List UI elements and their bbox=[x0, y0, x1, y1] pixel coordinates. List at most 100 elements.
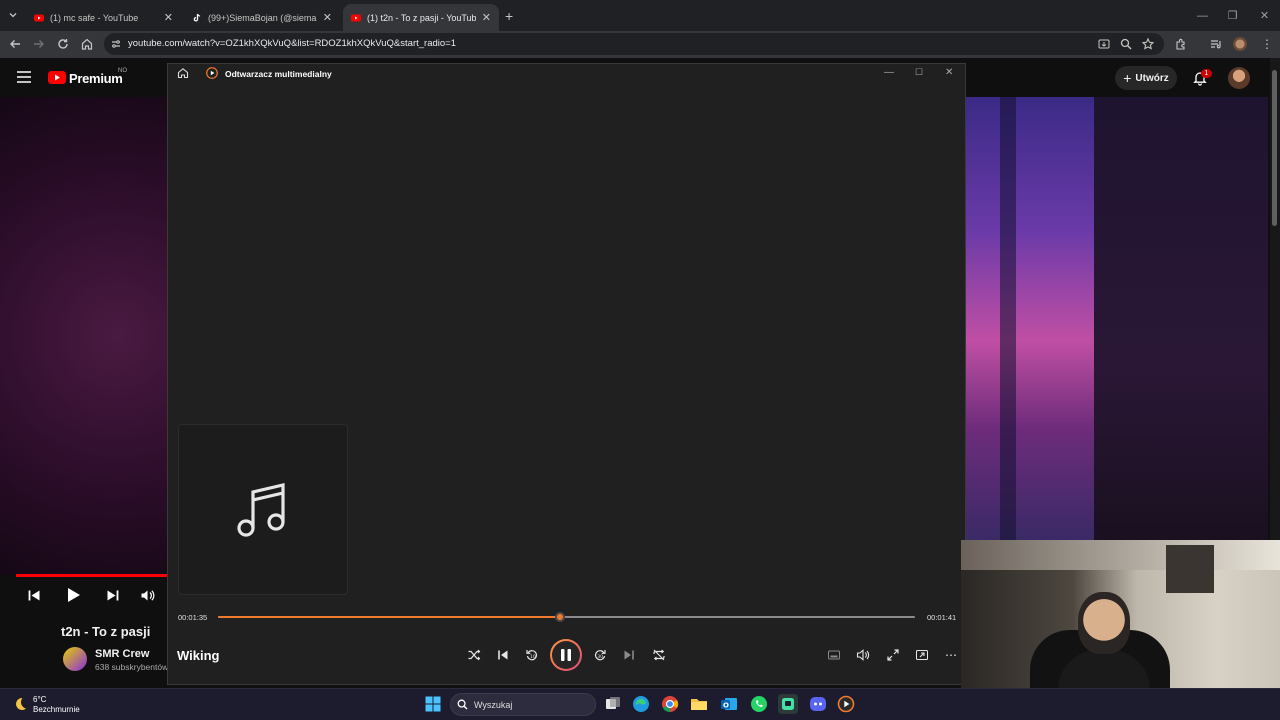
task-view-icon[interactable] bbox=[603, 694, 623, 714]
taskbar-search-box[interactable] bbox=[450, 693, 596, 716]
tab-title: (1) mc safe - YouTube bbox=[50, 12, 139, 23]
weather-temperature[interactable]: 6°C bbox=[33, 695, 46, 704]
previous-video-icon[interactable] bbox=[28, 589, 41, 602]
forward-icon[interactable] bbox=[32, 37, 46, 51]
profile-avatar[interactable] bbox=[1233, 37, 1247, 51]
zoom-icon[interactable] bbox=[1119, 37, 1133, 51]
seek-bar-thumb[interactable] bbox=[554, 612, 565, 622]
maximize-icon[interactable]: ❐ bbox=[1217, 0, 1248, 31]
create-button[interactable]: + Utwórz bbox=[1115, 66, 1177, 90]
edge-icon[interactable] bbox=[631, 694, 651, 714]
youtube-account-avatar[interactable] bbox=[1228, 67, 1250, 89]
reload-icon[interactable] bbox=[56, 37, 70, 51]
minimize-icon[interactable]: — bbox=[1187, 0, 1218, 31]
play-icon[interactable] bbox=[66, 587, 81, 603]
volume-icon[interactable] bbox=[140, 588, 155, 603]
music-note-icon bbox=[236, 480, 290, 540]
home-icon[interactable] bbox=[80, 37, 94, 51]
rewind-10-icon[interactable]: 10 bbox=[525, 648, 539, 662]
video-player-area[interactable] bbox=[0, 97, 168, 575]
video-progress-bar[interactable] bbox=[16, 574, 168, 577]
svg-text:30: 30 bbox=[597, 654, 603, 660]
site-info-icon[interactable] bbox=[110, 38, 122, 50]
track-name: Wiking bbox=[177, 648, 220, 663]
player-close-icon[interactable]: ✕ bbox=[945, 67, 953, 78]
browser-tab-active[interactable]: (1) t2n - To z pasji - YouTube ✕ bbox=[343, 4, 499, 31]
tab-close-icon[interactable]: ✕ bbox=[482, 11, 491, 24]
shuffle-icon[interactable] bbox=[467, 648, 481, 662]
create-label: Utwórz bbox=[1135, 72, 1169, 84]
video-thumbnail-detail bbox=[1000, 97, 1016, 540]
discord-icon[interactable] bbox=[808, 694, 828, 714]
next-track-icon[interactable] bbox=[622, 648, 636, 662]
youtube-icon bbox=[34, 13, 44, 23]
outlook-icon[interactable]: O bbox=[719, 694, 739, 714]
new-tab-icon[interactable]: + bbox=[505, 8, 513, 24]
youtube-logo-icon[interactable] bbox=[48, 71, 66, 84]
media-player-taskbar-icon[interactable] bbox=[836, 694, 856, 714]
media-player-app-icon bbox=[206, 67, 218, 79]
forward-30-icon[interactable]: 30 bbox=[593, 648, 607, 662]
seek-bar-fill bbox=[218, 616, 560, 618]
total-time: 00:01:41 bbox=[927, 613, 957, 622]
close-window-icon[interactable]: ✕ bbox=[1249, 0, 1280, 31]
region-code: NO bbox=[118, 68, 127, 74]
weather-moon-icon[interactable] bbox=[12, 696, 28, 712]
tab-close-icon[interactable]: ✕ bbox=[323, 11, 332, 24]
repeat-off-icon[interactable] bbox=[652, 648, 666, 662]
tab-close-icon[interactable]: ✕ bbox=[164, 11, 173, 24]
youtube-premium-logo[interactable]: Premium bbox=[69, 71, 123, 86]
chrome-icon[interactable] bbox=[660, 694, 680, 714]
plus-icon: + bbox=[1123, 70, 1132, 86]
pause-icon bbox=[552, 641, 580, 669]
active-app-icon[interactable] bbox=[778, 694, 798, 714]
player-volume-icon[interactable] bbox=[856, 648, 870, 662]
miniplayer-icon[interactable] bbox=[827, 648, 841, 662]
next-video-icon[interactable] bbox=[106, 589, 119, 602]
channel-avatar[interactable] bbox=[63, 647, 87, 671]
back-icon[interactable] bbox=[8, 37, 22, 51]
channel-name[interactable]: SMR Crew bbox=[95, 648, 149, 660]
url-text[interactable]: youtube.com/watch?v=OZ1khXQkVuQ&list=RDO… bbox=[128, 38, 456, 49]
webcam-ceiling bbox=[961, 540, 1280, 570]
player-maximize-icon[interactable]: ☐ bbox=[915, 67, 923, 78]
video-backdrop bbox=[1094, 97, 1268, 540]
hamburger-menu-icon[interactable] bbox=[17, 71, 31, 83]
tiktok-icon bbox=[192, 13, 202, 23]
current-time: 00:01:35 bbox=[178, 613, 208, 622]
more-options-icon[interactable]: ⋯ bbox=[945, 648, 957, 662]
player-window-title: Odtwarzacz multimedialny bbox=[225, 69, 332, 79]
media-controls-icon[interactable] bbox=[1209, 37, 1223, 51]
video-thumbnail bbox=[966, 97, 1094, 540]
player-minimize-icon[interactable]: — bbox=[884, 67, 894, 78]
youtube-icon bbox=[351, 13, 361, 23]
tab-title: (99+)SiemaBojan (@siemabojan bbox=[208, 12, 317, 23]
tab-search-chevron-icon[interactable] bbox=[8, 10, 18, 20]
whatsapp-icon[interactable] bbox=[749, 694, 769, 714]
webcam-window-vent bbox=[1166, 545, 1214, 593]
pause-button[interactable] bbox=[550, 639, 582, 671]
svg-text:O: O bbox=[723, 702, 729, 710]
tab-title: (1) t2n - To z pasji - YouTube bbox=[367, 12, 476, 23]
windows-start-icon[interactable] bbox=[425, 696, 441, 712]
chrome-menu-icon[interactable]: ⋮ bbox=[1261, 37, 1273, 51]
browser-tab[interactable]: (99+)SiemaBojan (@siemabojan ✕ bbox=[184, 4, 340, 31]
previous-track-icon[interactable] bbox=[496, 648, 510, 662]
taskbar-search-placeholder: Wyszukaj bbox=[474, 700, 513, 710]
extensions-icon[interactable] bbox=[1174, 37, 1188, 51]
svg-text:10: 10 bbox=[530, 654, 536, 660]
install-app-icon[interactable] bbox=[1097, 37, 1111, 51]
video-title[interactable]: t2n - To z pasji bbox=[61, 624, 150, 639]
bookmark-star-icon[interactable] bbox=[1141, 37, 1155, 51]
webcam-person-head bbox=[1078, 592, 1130, 654]
subscriber-count: 638 subskrybentów bbox=[95, 662, 169, 672]
cast-icon[interactable] bbox=[915, 648, 929, 662]
notification-count-badge: 1 bbox=[1201, 69, 1212, 78]
file-explorer-icon[interactable] bbox=[689, 694, 709, 714]
fullscreen-icon[interactable] bbox=[886, 648, 900, 662]
browser-tab[interactable]: (1) mc safe - YouTube ✕ bbox=[26, 4, 181, 31]
taskbar-search-icon bbox=[457, 699, 468, 710]
weather-description[interactable]: Bezchmurnie bbox=[33, 705, 80, 714]
page-scrollbar-thumb[interactable] bbox=[1272, 70, 1277, 226]
player-home-icon[interactable] bbox=[177, 67, 189, 79]
